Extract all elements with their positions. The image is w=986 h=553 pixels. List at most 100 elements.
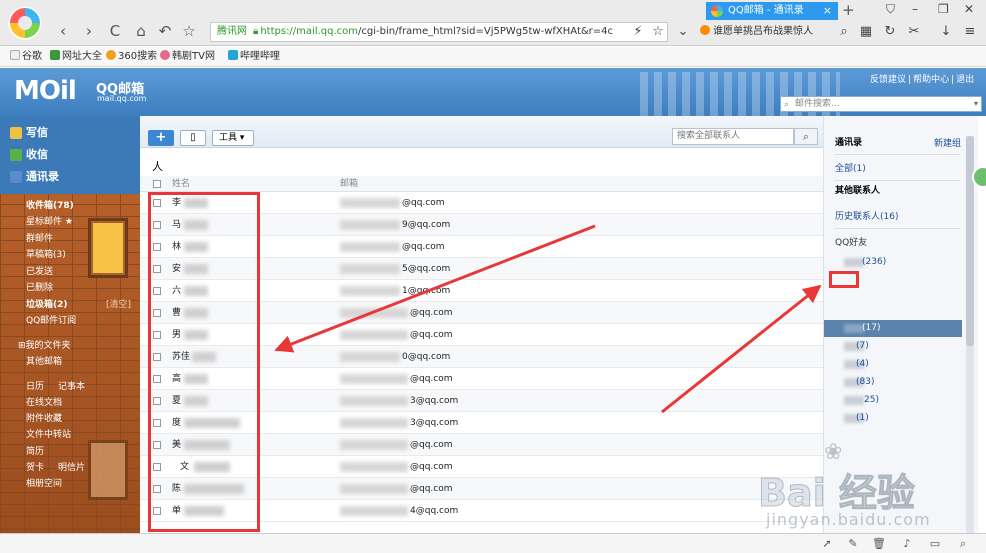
- my-folders-toggle[interactable]: ⊞我的文件夹: [18, 340, 71, 352]
- tab-qq-mail[interactable]: QQ邮箱 - 通讯录 ×: [706, 2, 838, 20]
- shirt-icon[interactable]: ⛉: [886, 2, 895, 17]
- qq-group-5[interactable]: (83): [856, 375, 874, 389]
- logout-link[interactable]: 退出: [956, 75, 974, 85]
- redaction: [340, 286, 400, 296]
- feedback-link[interactable]: 反馈建议: [870, 75, 906, 85]
- download-icon[interactable]: ↓: [938, 24, 954, 40]
- other-contacts-title: 其他联系人: [835, 186, 881, 196]
- home-button[interactable]: ⌂: [132, 22, 150, 40]
- scissors-icon[interactable]: ✂: [906, 24, 922, 40]
- chevron-down-icon[interactable]: ▾: [974, 97, 978, 111]
- folder-spam[interactable]: 垃圾箱(2): [26, 299, 68, 311]
- bookmark-google[interactable]: 谷歌: [10, 47, 42, 67]
- forward-button[interactable]: ›: [80, 22, 98, 40]
- folder-deleted[interactable]: 已删除: [26, 282, 53, 294]
- chevron-down-icon[interactable]: ⌄: [675, 24, 691, 40]
- qq-group-4[interactable]: (4): [856, 357, 869, 371]
- folder-subscriptions[interactable]: QQ邮件订阅: [26, 315, 76, 327]
- redaction: [340, 484, 408, 494]
- lock-icon: 🔒︎: [253, 26, 259, 37]
- folder-starred[interactable]: 星标邮件 ★: [26, 216, 73, 228]
- greeting-card-link[interactable]: 贺卡: [26, 462, 44, 474]
- search-icon[interactable]: ⌕: [794, 128, 818, 145]
- zoom-icon[interactable]: ⌕: [956, 537, 970, 551]
- contact-search-input[interactable]: 搜索全部联系人: [672, 128, 794, 145]
- contact-email: 3@qq.com: [410, 418, 459, 428]
- qq-group-3[interactable]: (7): [856, 339, 869, 353]
- reload-button[interactable]: C: [106, 22, 124, 40]
- group-all[interactable]: 全部(1): [835, 162, 866, 176]
- folder-sent[interactable]: 已发送: [26, 266, 53, 278]
- contact-email: 9@qq.com: [402, 220, 451, 230]
- browser-logo-icon[interactable]: [8, 6, 42, 40]
- restore-icon[interactable]: ❐: [938, 2, 949, 16]
- mail-search-input[interactable]: ⌕ 邮件搜索... ▾: [780, 96, 982, 112]
- select-all-checkbox[interactable]: [153, 180, 161, 188]
- apps-grid-icon[interactable]: ▦: [858, 24, 874, 40]
- bookmark-star-icon[interactable]: ☆: [650, 24, 666, 40]
- rocket-icon[interactable]: ➚: [820, 537, 834, 551]
- qq-group-2[interactable]: (17): [862, 321, 880, 335]
- qq-group-1[interactable]: (236): [862, 255, 886, 269]
- file-transfer-link[interactable]: 文件中转站: [26, 429, 71, 441]
- sound-icon[interactable]: ♪: [900, 537, 914, 551]
- qq-mail-tab-icon: [711, 5, 723, 17]
- new-tab-button[interactable]: +: [842, 1, 855, 19]
- contacts-link[interactable]: 通讯录: [10, 170, 59, 184]
- qq-group-6[interactable]: 25): [864, 393, 879, 407]
- postcard-link[interactable]: 明信片: [58, 462, 85, 474]
- sync-icon[interactable]: ↻: [882, 24, 898, 40]
- contacts-icon: [10, 171, 22, 183]
- album-link[interactable]: 相册空间: [26, 478, 62, 490]
- tab-close-icon[interactable]: ×: [823, 2, 832, 20]
- folder-inbox[interactable]: 收件箱(78): [26, 200, 74, 212]
- notebook-link[interactable]: 记事本: [58, 381, 85, 393]
- brick-wall-background: [0, 194, 140, 553]
- bookmark-bilibili[interactable]: 哔哩哔哩: [228, 47, 280, 67]
- scrollbar-thumb[interactable]: [966, 136, 974, 346]
- group-history[interactable]: 历史联系人(16): [835, 210, 898, 224]
- new-group-link[interactable]: 新建组: [934, 136, 961, 149]
- trash-icon[interactable]: 🗑︎: [872, 537, 886, 551]
- favorite-button[interactable]: ☆: [180, 22, 198, 40]
- news-link[interactable]: 谁愿单挑吕布战果惊人: [700, 22, 830, 42]
- add-contact-button[interactable]: +: [148, 130, 174, 146]
- folder-group-mail[interactable]: 群邮件: [26, 233, 53, 245]
- contact-email: @qq.com: [410, 484, 453, 494]
- window-icon[interactable]: ▭: [928, 537, 942, 551]
- mail-search-placeholder: 邮件搜索...: [795, 99, 840, 109]
- back-button[interactable]: ‹: [54, 22, 72, 40]
- bookmark-hanju-tv[interactable]: 韩剧TV网: [160, 47, 215, 67]
- bolt-icon[interactable]: ⚡: [630, 24, 646, 40]
- help-link[interactable]: 帮助中心: [913, 75, 949, 85]
- close-window-icon[interactable]: ✕: [964, 2, 974, 16]
- search-icon[interactable]: ⌕: [836, 24, 852, 40]
- site-icon: [50, 50, 60, 60]
- bookmark-360-search[interactable]: 360搜索: [106, 47, 157, 67]
- menu-icon[interactable]: ≡: [962, 24, 978, 40]
- folder-drafts[interactable]: 草稿箱(3): [26, 249, 66, 261]
- calendar-link[interactable]: 日历: [26, 381, 44, 393]
- minimize-icon[interactable]: –: [912, 2, 918, 16]
- redaction: [340, 352, 400, 362]
- mobile-sync-button[interactable]: ▯: [180, 130, 206, 146]
- attachment-favorites-link[interactable]: 附件收藏: [26, 413, 62, 425]
- brush-icon[interactable]: ✎: [846, 537, 860, 551]
- bookmark-url-nav[interactable]: 网址大全: [50, 47, 102, 67]
- contact-email: 1@qq.com: [402, 286, 451, 296]
- contact-email: @qq.com: [410, 330, 453, 340]
- online-docs-link[interactable]: 在线文档: [26, 397, 62, 409]
- tools-dropdown[interactable]: 工具 ▾: [212, 130, 254, 146]
- other-mailboxes-link[interactable]: 其他邮箱: [26, 356, 62, 368]
- inbox-check-link[interactable]: 收信: [10, 148, 48, 162]
- qq-group-7[interactable]: (1): [856, 411, 869, 425]
- address-bar[interactable]: 腾讯网 🔒︎ https://mail.qq.com/cgi-bin/frame_h…: [210, 22, 668, 42]
- compose-link[interactable]: 写信: [10, 126, 48, 140]
- mail-logo[interactable]: MOil: [14, 76, 77, 106]
- undo-close-button[interactable]: ↶: [156, 22, 174, 40]
- resume-link[interactable]: 简历: [26, 446, 44, 458]
- redaction: [340, 374, 408, 384]
- clear-spam-link[interactable]: [清空]: [106, 299, 131, 311]
- browser-toolbar: QQ邮箱 - 通讯录 × + ⛉ – ❐ ✕ ‹ › C ⌂ ↶ ☆ 腾讯网 🔒︎…: [0, 0, 986, 46]
- contact-email: @qq.com: [410, 440, 453, 450]
